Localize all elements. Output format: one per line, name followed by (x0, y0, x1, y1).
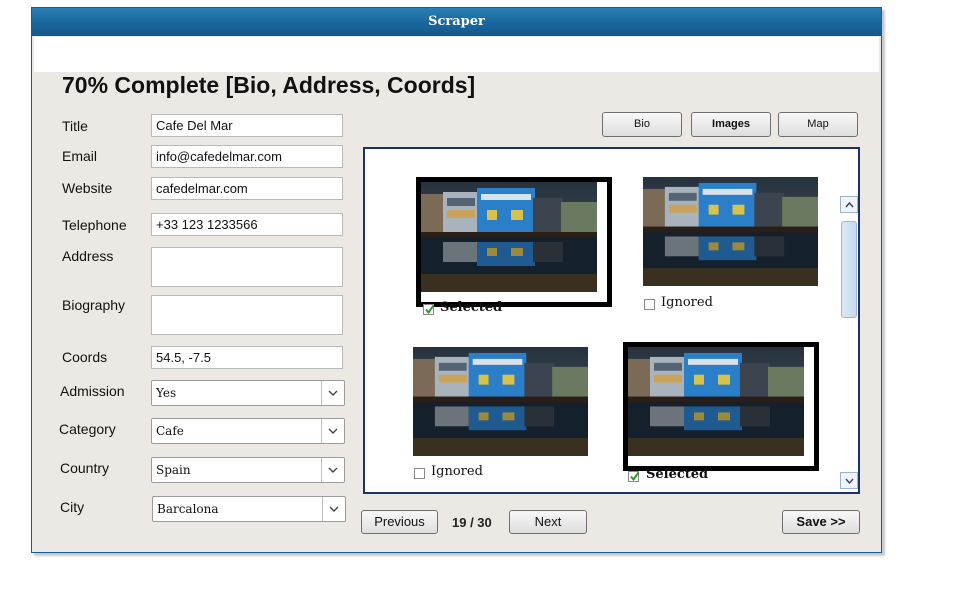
check-icon (630, 471, 640, 482)
city-select[interactable]: Barcalona (152, 496, 346, 522)
previous-button[interactable]: Previous (361, 510, 438, 534)
admission-label: Admission (60, 383, 125, 399)
arrow-down-icon[interactable] (840, 472, 858, 489)
images-tab-button[interactable]: Images (691, 112, 771, 137)
biography-input[interactable] (151, 295, 343, 335)
window-title: Scraper (32, 8, 881, 36)
image-1-status: Selected (440, 300, 503, 315)
biography-label: Biography (62, 297, 126, 313)
image-2[interactable] (643, 177, 818, 286)
scrollbar-thumb[interactable] (841, 221, 857, 318)
image-3[interactable] (413, 347, 588, 456)
scraper-window: Scraper 70% Complete [Bio, Address, Coor… (31, 7, 882, 553)
city-value: Barcalona (157, 502, 219, 516)
website-input[interactable]: cafedelmar.com (151, 177, 343, 200)
title-label: Title (62, 118, 88, 134)
bio-tab-button[interactable]: Bio (602, 112, 682, 137)
country-value: Spain (156, 463, 191, 477)
image-2-checkbox[interactable] (644, 299, 655, 310)
coords-label: Coords (62, 349, 108, 365)
chevron-down-icon[interactable] (321, 458, 344, 482)
title-input[interactable]: Cafe Del Mar (151, 114, 343, 137)
image-4-status: Selected (646, 467, 709, 482)
category-label: Category (59, 421, 116, 437)
address-input[interactable] (151, 247, 343, 287)
image-3-checkbox[interactable] (414, 468, 425, 479)
header-strip (34, 37, 879, 72)
page-counter: 19 / 30 (452, 515, 492, 530)
chevron-down-icon[interactable] (321, 419, 344, 443)
save-button[interactable]: Save >> (782, 510, 860, 534)
telephone-input[interactable]: +33 123 1233566 (151, 213, 343, 236)
admission-select[interactable]: Yes (151, 380, 345, 406)
telephone-label: Telephone (62, 217, 127, 233)
image-3-status: Ignored (431, 464, 483, 479)
country-select[interactable]: Spain (151, 457, 345, 483)
image-1[interactable] (416, 177, 612, 307)
website-label: Website (62, 180, 113, 196)
chevron-down-icon[interactable] (321, 381, 344, 405)
email-label: Email (62, 148, 98, 164)
map-tab-button[interactable]: Map (778, 112, 858, 137)
image-2-status: Ignored (661, 295, 713, 310)
image-1-checkbox[interactable] (423, 304, 435, 315)
gallery-scrollbar[interactable] (840, 196, 858, 490)
next-button[interactable]: Next (509, 510, 587, 534)
country-label: Country (60, 460, 110, 476)
city-label: City (60, 499, 85, 515)
arrow-up-icon[interactable] (840, 196, 858, 213)
email-input[interactable]: info@cafedelmar.com (151, 145, 343, 168)
admission-value: Yes (156, 386, 177, 400)
category-select[interactable]: Cafe (151, 418, 345, 444)
chevron-down-icon[interactable] (322, 497, 345, 521)
image-4[interactable] (623, 342, 819, 471)
progress-heading: 70% Complete [Bio, Address, Coords] (62, 72, 476, 98)
image-4-checkbox[interactable] (628, 471, 640, 482)
check-icon (425, 304, 435, 315)
address-label: Address (62, 248, 114, 264)
coords-input[interactable]: 54.5, -7.5 (151, 346, 343, 369)
category-value: Cafe (156, 424, 184, 438)
image-gallery: Selected Ignored Ignored Selected (363, 147, 860, 494)
